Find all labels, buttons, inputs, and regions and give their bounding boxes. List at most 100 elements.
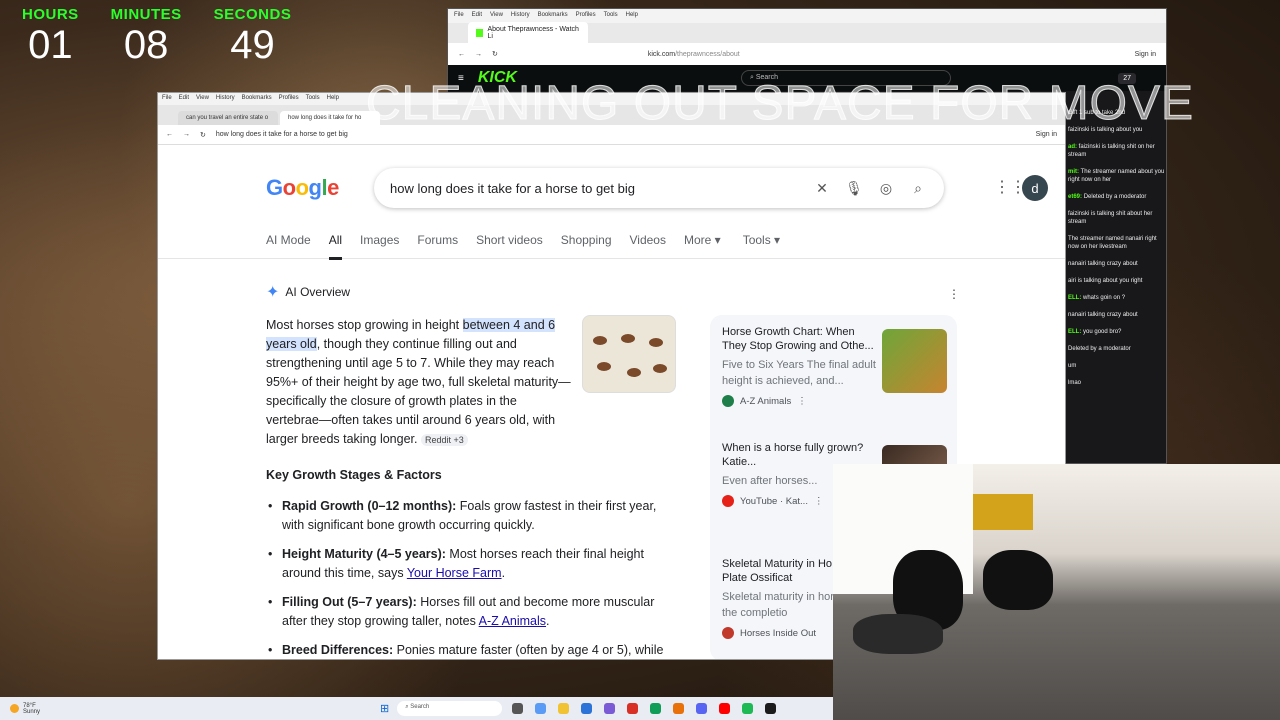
- webcam-feed: [833, 464, 1280, 720]
- avatar[interactable]: d: [1022, 175, 1048, 201]
- az-animals-favicon-icon: [722, 395, 734, 407]
- more-icon[interactable]: ⋮: [797, 396, 807, 407]
- menu-history[interactable]: History: [216, 95, 235, 103]
- clear-icon[interactable]: ✕: [812, 180, 832, 197]
- menu-bookmarks[interactable]: Bookmarks: [242, 95, 272, 103]
- spotify-icon[interactable]: [742, 703, 754, 714]
- tab-horse-growth[interactable]: how long does it take for ho: [280, 111, 380, 125]
- a-z-animals-link[interactable]: A-Z Animals: [479, 614, 546, 628]
- hours-value: 01: [28, 23, 73, 67]
- back-icon[interactable]: ←: [166, 131, 173, 138]
- youtube-icon[interactable]: [719, 703, 731, 714]
- key-stages-heading: Key Growth Stages & Factors: [266, 468, 442, 482]
- tab-kick-about[interactable]: About Theprawncess - Watch Li: [468, 22, 588, 44]
- lens-icon[interactable]: ◎: [876, 180, 896, 197]
- task-view-icon[interactable]: [512, 703, 524, 714]
- chat-message: Deleted by a moderator: [1068, 346, 1131, 352]
- stream-title-overlay: CLEANING OUT SPACE FOR MOVE: [365, 77, 1195, 131]
- minutes-value: 08: [123, 23, 169, 67]
- menu-bookmarks[interactable]: Bookmarks: [538, 12, 568, 20]
- weather-widget[interactable]: 78°F Sunny: [0, 703, 380, 715]
- tab-tools[interactable]: Tools ▾: [743, 233, 780, 260]
- tab-shopping[interactable]: Shopping: [561, 233, 612, 260]
- forward-icon[interactable]: →: [475, 51, 482, 58]
- kick-address-bar[interactable]: ← → ↻ kick.com/theprawncess/about Sign i…: [448, 43, 1166, 65]
- forward-icon[interactable]: →: [183, 131, 190, 138]
- kick-chat-panel: Gift 1 sub to take 2nd faizinski is talki…: [1066, 109, 1166, 463]
- discord-icon[interactable]: [696, 703, 708, 714]
- ai-overview: ✦ AI Overview Most horses stop growing i…: [266, 283, 678, 659]
- teams-icon[interactable]: [604, 703, 616, 714]
- kick-url[interactable]: kick.com/theprawncess/about: [508, 51, 1125, 58]
- menu-view[interactable]: View: [490, 12, 503, 20]
- opera-icon[interactable]: [627, 703, 639, 714]
- chat-message: ELL: whats goin on ?: [1068, 295, 1126, 301]
- list-item: Breed Differences: Ponies mature faster …: [266, 641, 678, 659]
- firefox-icon[interactable]: [673, 703, 685, 714]
- source-card[interactable]: Horse Growth Chart: When They Stop Growi…: [722, 325, 947, 433]
- menu-edit[interactable]: Edit: [179, 95, 189, 103]
- google-header: Google how long does it take for a horse…: [158, 155, 1065, 260]
- tab-videos[interactable]: Videos: [630, 233, 666, 260]
- google-sign-in-button[interactable]: Sign in: [1036, 131, 1057, 138]
- obs-icon[interactable]: [765, 703, 777, 714]
- countdown-timer: HOURS 01 MINUTES 08 SECONDS 49: [22, 6, 291, 67]
- google-logo[interactable]: Google: [266, 175, 339, 201]
- edge-icon[interactable]: [650, 703, 662, 714]
- menu-edit[interactable]: Edit: [472, 12, 482, 20]
- chat-message: ELL: you good bro?: [1068, 329, 1122, 335]
- tab-state-travel[interactable]: can you travel an entire state o: [178, 111, 278, 125]
- menu-file[interactable]: File: [162, 95, 172, 103]
- windows-start-icon[interactable]: ⊞: [380, 702, 389, 715]
- menu-tools[interactable]: Tools: [604, 12, 618, 20]
- chat-message: nanairi talking crazy about: [1068, 261, 1138, 267]
- kick-sign-in-button[interactable]: Sign in: [1135, 51, 1156, 58]
- reddit-source-chip[interactable]: Reddit +3: [420, 434, 468, 446]
- ai-overview-label: AI Overview: [285, 285, 351, 299]
- more-icon[interactable]: ⋮: [814, 496, 824, 507]
- microphone-icon[interactable]: 🎙: [844, 180, 864, 197]
- reload-icon[interactable]: ↻: [200, 131, 206, 139]
- horses-thumbnail[interactable]: [882, 329, 947, 393]
- your-horse-farm-link[interactable]: Your Horse Farm: [407, 566, 502, 580]
- taskbar-search-input[interactable]: ⌕ Search: [397, 701, 503, 716]
- menu-profiles[interactable]: Profiles: [279, 95, 299, 103]
- horse-chart-thumbnail[interactable]: [582, 315, 676, 393]
- store-icon[interactable]: [581, 703, 593, 714]
- webcam-trash-bag: [983, 550, 1053, 610]
- menu-help[interactable]: Help: [327, 95, 339, 103]
- back-icon[interactable]: ←: [458, 51, 465, 58]
- google-url[interactable]: how long does it take for a horse to get…: [216, 131, 1026, 138]
- search-icon[interactable]: ⌕: [908, 180, 928, 197]
- kick-favicon-icon: [476, 29, 484, 37]
- reload-icon[interactable]: ↻: [492, 50, 498, 58]
- tab-forums[interactable]: Forums: [417, 233, 458, 260]
- menu-tools[interactable]: Tools: [306, 95, 320, 103]
- copilot-icon[interactable]: [535, 703, 547, 714]
- tab-images[interactable]: Images: [360, 233, 399, 260]
- menu-help[interactable]: Help: [626, 12, 638, 20]
- file-explorer-icon[interactable]: [558, 703, 570, 714]
- menu-history[interactable]: History: [511, 12, 530, 20]
- source-title[interactable]: Horse Growth Chart: When They Stop Growi…: [722, 325, 877, 353]
- more-options-icon[interactable]: ⋮: [948, 287, 960, 301]
- tab-more[interactable]: More ▾: [684, 233, 721, 260]
- seconds-label: SECONDS: [213, 6, 292, 23]
- tab-ai-mode[interactable]: AI Mode: [266, 233, 311, 260]
- list-item: Filling Out (5–7 years): Horses fill out…: [266, 593, 678, 631]
- menu-view[interactable]: View: [196, 95, 209, 103]
- growth-stage-list: Rapid Growth (0–12 months): Foals grow f…: [266, 497, 678, 659]
- menu-file[interactable]: File: [454, 12, 464, 20]
- youtube-favicon-icon: [722, 495, 734, 507]
- chat-message: lmao: [1068, 380, 1082, 386]
- search-query[interactable]: how long does it take for a horse to get…: [390, 181, 800, 196]
- webcam-box: [973, 494, 1033, 530]
- tab-all[interactable]: All: [328, 233, 343, 260]
- menu-profiles[interactable]: Profiles: [576, 12, 596, 20]
- list-item: Rapid Growth (0–12 months): Foals grow f…: [266, 497, 678, 535]
- search-input[interactable]: how long does it take for a horse to get…: [374, 168, 944, 208]
- webcam-clothes: [853, 614, 943, 654]
- ai-overview-header: ✦ AI Overview: [266, 283, 678, 302]
- tab-short-videos[interactable]: Short videos: [476, 233, 543, 260]
- sun-icon: [10, 704, 19, 713]
